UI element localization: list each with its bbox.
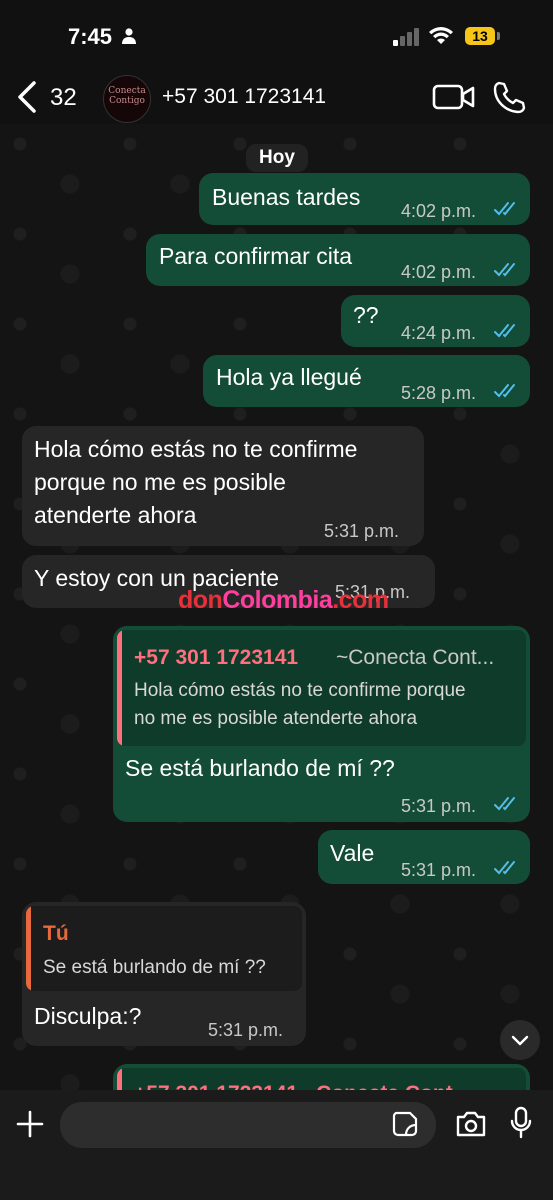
message-text: Para confirmar cita [159, 243, 353, 269]
message-time: 4:24 p.m. [401, 323, 477, 343]
message-bubble-incoming[interactable]: Tú Se está burlando de mí ?? Disculpa:? … [22, 902, 306, 1046]
watermark-part: .com [332, 586, 389, 614]
battery-cap [497, 32, 500, 40]
read-receipt-icon [494, 861, 515, 875]
battery-indicator: 13 [465, 27, 495, 45]
message-bubble-outgoing[interactable]: +57 301 1723141 ~Conecta Cont... Hola có… [113, 626, 530, 822]
message-text: ?? [353, 302, 379, 328]
status-time: 7:45 [68, 24, 113, 49]
scroll-to-bottom-button[interactable] [500, 1020, 540, 1060]
avatar[interactable]: Conecta Contigo [103, 75, 151, 123]
message-time: 5:31 p.m. [208, 1020, 284, 1040]
status-bar: 7:45 13 [0, 0, 553, 72]
message-time: 4:02 p.m. [401, 201, 477, 221]
message-text: Buenas tardes [212, 184, 361, 210]
read-receipt-icon [494, 263, 515, 277]
message-bubble-outgoing[interactable]: Buenas tardes 4:02 p.m. [199, 173, 530, 225]
read-receipt-icon [494, 324, 515, 338]
message-input[interactable] [60, 1102, 436, 1148]
read-receipt-icon [494, 202, 515, 216]
chat-area[interactable]: Hoy Buenas tardes 4:02 p.m. Para confirm… [0, 124, 553, 1090]
quote-author: +57 301 1723141 [134, 646, 299, 669]
message-time: 5:31 p.m. [401, 796, 477, 816]
person-icon [122, 28, 136, 44]
quote-accent-bar [117, 630, 122, 746]
quote-author: Tú [43, 922, 69, 945]
message-bubble-outgoing[interactable]: ?? 4:24 p.m. [341, 295, 530, 347]
message-text: Hola ya llegué [216, 364, 362, 390]
message-bubble-outgoing[interactable]: Vale 5:31 p.m. [318, 830, 530, 884]
plus-icon[interactable] [16, 1110, 44, 1138]
quote-text-line: no me es posible atenderte ahora [134, 708, 418, 729]
quoted-message[interactable]: Tú Se está burlando de mí ?? [26, 906, 302, 991]
message-text-line: Hola cómo estás no te confirme [34, 436, 358, 462]
day-separator: Hoy [246, 144, 308, 172]
microphone-icon[interactable] [509, 1106, 533, 1140]
quote-author-subtitle: ~Conecta Cont... [336, 646, 495, 669]
watermark-part: Colombia [222, 586, 333, 614]
message-composer [0, 1090, 553, 1200]
phone-call-icon[interactable] [492, 80, 526, 114]
watermark: donColombia.com [178, 586, 389, 615]
quote-author: +57 301 1723141 ~Conecta Cont [134, 1082, 453, 1090]
wifi-icon [429, 27, 453, 44]
quoted-message[interactable]: +57 301 1723141 ~Conecta Cont... Hola có… [117, 630, 526, 746]
back-unread-count[interactable]: 32 [50, 84, 77, 112]
cellular-signal-icon [393, 28, 419, 46]
avatar-logo-text: Conecta Contigo [108, 86, 146, 106]
message-time: 5:28 p.m. [401, 383, 477, 403]
back-chevron-icon[interactable] [16, 80, 38, 114]
quote-accent-bar [26, 906, 31, 991]
video-call-icon[interactable] [432, 82, 476, 112]
message-text-line: porque no me es posible [34, 469, 286, 495]
camera-icon[interactable] [455, 1110, 487, 1138]
message-bubble-outgoing[interactable]: Para confirmar cita 4:02 p.m. [146, 234, 530, 286]
message-text: Se está burlando de mí ?? [125, 755, 395, 781]
chevron-down-icon [511, 1035, 529, 1046]
message-time: 5:31 p.m. [401, 860, 477, 880]
message-time: 4:02 p.m. [401, 262, 477, 282]
message-bubble-incoming[interactable]: Hola cómo estás no te confirme porque no… [22, 426, 424, 546]
contact-name[interactable]: +57 301 1723141 [162, 85, 326, 109]
message-text: Vale [330, 840, 375, 866]
message-text-line: atenderte ahora [34, 502, 197, 528]
quote-accent-bar [117, 1068, 122, 1090]
watermark-part: don [178, 586, 223, 614]
message-time: 5:31 p.m. [324, 521, 400, 541]
read-receipt-icon [494, 384, 515, 398]
message-bubble-outgoing[interactable]: +57 301 1723141 ~Conecta Cont [113, 1064, 530, 1090]
quoted-message[interactable]: +57 301 1723141 ~Conecta Cont [117, 1068, 526, 1090]
chat-header: 32 Conecta Contigo +57 301 1723141 [0, 72, 553, 124]
read-receipt-icon [494, 797, 515, 811]
sticker-icon[interactable] [392, 1111, 418, 1137]
message-bubble-outgoing[interactable]: Hola ya llegué 5:28 p.m. [203, 355, 530, 407]
message-text: Disculpa:? [34, 1003, 142, 1029]
quote-text-line: Hola cómo estás no te confirme porque [134, 680, 466, 701]
quote-text-line: Se está burlando de mí ?? [43, 957, 266, 978]
